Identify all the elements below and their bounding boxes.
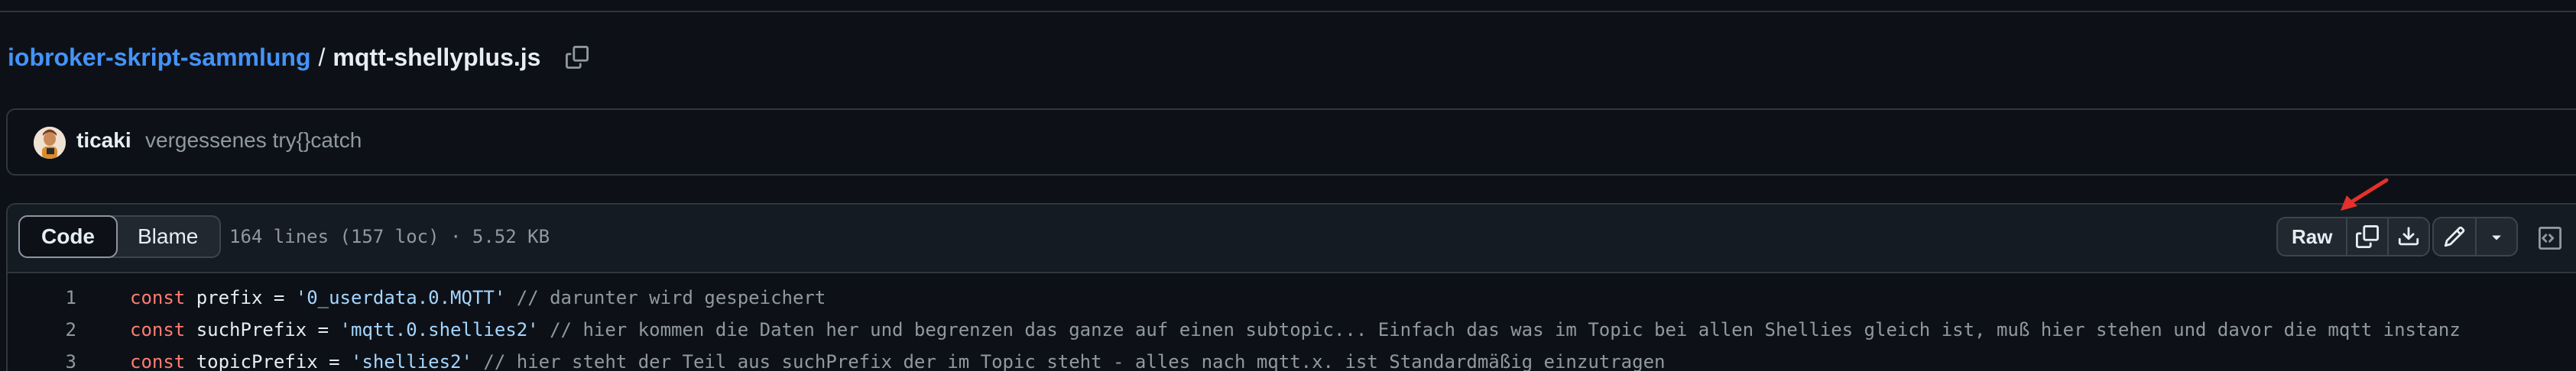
copy-icon [566,46,589,69]
code-comment: // hier steht der Teil aus suchPrefix de… [472,351,1666,371]
edit-more-button[interactable] [2475,218,2516,255]
code-line: 2 const suchPrefix = 'mqtt.0.shellies2' … [8,302,2576,340]
code-line: 3 const topicPrefix = 'shellies2' // hie… [8,333,2576,371]
breadcrumb: iobroker-skript-sammlung / mqtt-shellypl… [8,40,592,75]
tab-code[interactable]: Code [18,215,118,258]
view-mode-tabs: Code Blame [18,215,222,258]
avatar[interactable] [34,127,66,159]
copy-path-button[interactable] [562,42,592,73]
top-divider [0,0,2576,12]
commit-author[interactable]: ticaki [76,128,131,153]
avatar-image [34,127,66,159]
edit-actions-group [2432,217,2518,256]
file-viewer: Code Blame 164 lines (157 loc) · 5.52 KB… [6,203,2576,371]
file-meta: 164 lines (157 loc) · 5.52 KB [229,226,550,247]
triangle-down-icon [2492,235,2501,240]
line-number[interactable]: 3 [8,351,76,371]
code-string: 'shellies2' [351,351,472,371]
copy-raw-button[interactable] [2346,218,2387,255]
raw-button[interactable]: Raw [2278,218,2346,255]
breadcrumb-separator: / [318,43,326,71]
download-button[interactable] [2387,218,2428,255]
file-header: Code Blame 164 lines (157 loc) · 5.52 KB… [8,205,2576,273]
code-keyword: const [130,351,186,371]
code-listing[interactable]: 1 const prefix = '0_userdata.0.MQTT' // … [8,272,2576,371]
breadcrumb-file-name: mqtt-shellyplus.js [333,43,541,71]
copy-icon [2356,225,2380,248]
symbols-panel-button[interactable] [2535,223,2565,253]
line-content: const topicPrefix = 'shellies2' // hier … [130,351,1665,371]
tab-blame[interactable]: Blame [116,215,219,258]
code-identifier: topicPrefix = [185,351,351,371]
pencil-icon [2444,226,2465,247]
raw-actions-group: Raw [2276,217,2431,256]
latest-commit-box: ticaki vergessenes try{}catch [6,108,2576,176]
edit-button[interactable] [2434,218,2475,255]
download-icon [2399,227,2419,246]
commit-message[interactable]: vergessenes try{}catch [145,128,362,153]
code-line: 1 const prefix = '0_userdata.0.MQTT' // … [8,272,2576,308]
code-square-icon [2539,227,2561,250]
breadcrumb-repo-link[interactable]: iobroker-skript-sammlung [8,44,311,72]
